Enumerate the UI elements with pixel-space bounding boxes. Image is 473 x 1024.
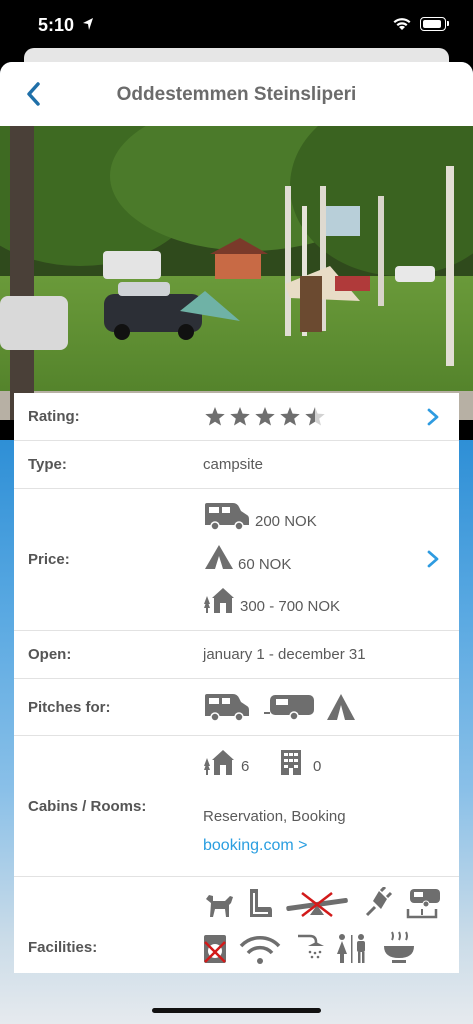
cabin-icon: [204, 588, 234, 613]
star-rating-icon: [205, 407, 325, 426]
washing-machine-crossed-icon: [204, 935, 226, 963]
price-cabin-value: 300 - 700 NOK: [240, 598, 341, 615]
rating-label: Rating:: [28, 408, 80, 425]
facilities-row: Facilities:: [14, 877, 459, 973]
open-value: january 1 - december 31: [203, 646, 366, 663]
battery-icon: [420, 17, 446, 31]
price-chevron-icon[interactable]: [426, 549, 440, 569]
status-bar: 5:10: [0, 0, 473, 52]
dog-icon: [206, 895, 233, 917]
tent-icon: [327, 694, 355, 720]
price-row[interactable]: Price: 200 NOK 60 NOK 300 - 700 NOK: [14, 489, 459, 631]
campsite-photo[interactable]: [0, 126, 473, 420]
toilets-icon: [337, 934, 365, 963]
rooms-count: 0: [313, 758, 322, 775]
type-label: Type:: [28, 456, 67, 473]
tent-icon: [205, 545, 233, 569]
cabins-row[interactable]: Cabins / Rooms: 6 0 Reservation, Booking…: [14, 736, 459, 877]
pitches-label: Pitches for:: [28, 699, 111, 716]
page-title: Oddestemmen Steinsliperi: [116, 84, 357, 105]
facilities-label: Facilities:: [28, 939, 98, 956]
caravan-icon: [264, 695, 314, 721]
cabins-count: 6: [241, 758, 250, 775]
rating-row[interactable]: Rating:: [14, 393, 459, 441]
shower-icon: [298, 934, 324, 959]
price-motorhome-value: 200 NOK: [255, 513, 317, 530]
motorhome-icon: [205, 503, 249, 531]
type-value: campsite: [203, 456, 264, 473]
type-row: Type: campsite: [14, 441, 459, 489]
electric-plug-icon: [365, 887, 393, 917]
home-indicator[interactable]: [152, 1008, 321, 1013]
status-time: 5:10: [38, 15, 75, 35]
wifi-icon: [239, 936, 281, 964]
pitches-row: Pitches for:: [14, 679, 459, 736]
wifi-icon: [393, 18, 411, 30]
battery-tip: [447, 21, 449, 26]
location-arrow-icon: [83, 18, 93, 30]
hotel-building-icon: [281, 750, 301, 775]
playground-crossed-icon: [286, 892, 348, 917]
caravan-dump-icon: [406, 889, 440, 919]
boot-icon: [250, 889, 272, 917]
rating-chevron-icon[interactable]: [426, 407, 440, 427]
cabins-label: Cabins / Rooms:: [28, 798, 147, 815]
kitchen-icon: [384, 931, 414, 963]
cabin-icon: [204, 750, 234, 775]
open-row: Open: january 1 - december 31: [14, 631, 459, 679]
open-label: Open:: [28, 646, 72, 663]
price-tent-value: 60 NOK: [238, 556, 292, 573]
reservation-text: Reservation, Booking: [203, 808, 346, 825]
motorhome-icon: [205, 694, 249, 722]
details-card: Rating: Type: campsite Price: 200 NOK 60…: [14, 393, 459, 973]
navigation-bar: Oddestemmen Steinsliperi: [0, 62, 473, 126]
booking-link[interactable]: booking.com >: [203, 837, 308, 855]
price-label: Price:: [28, 551, 70, 568]
